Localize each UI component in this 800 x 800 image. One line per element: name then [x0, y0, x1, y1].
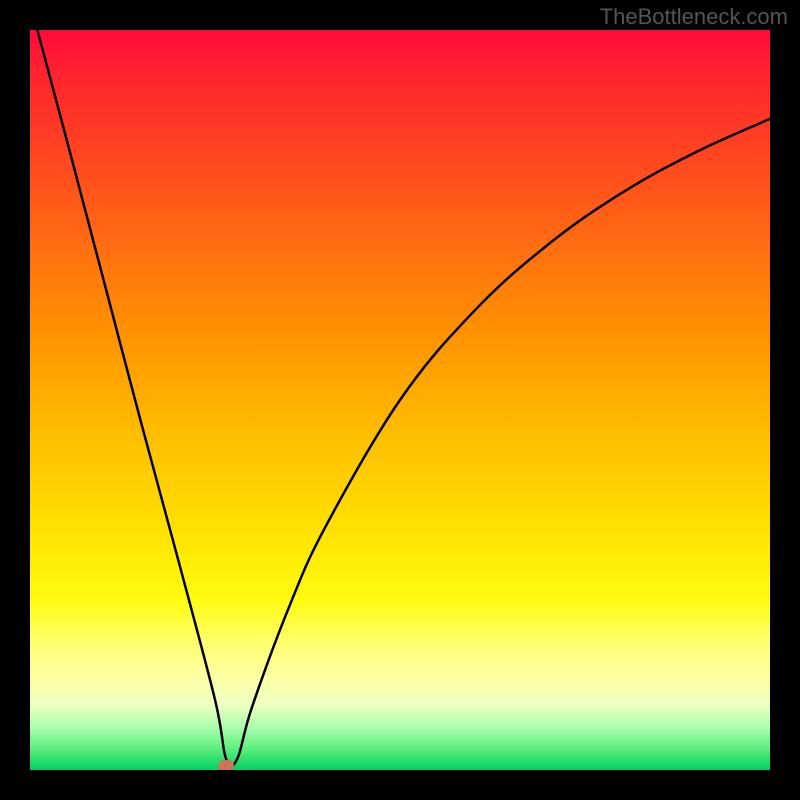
- watermark-text: TheBottleneck.com: [600, 4, 788, 30]
- bottleneck-curve: [30, 30, 770, 770]
- plot-area: [30, 30, 770, 770]
- minimum-marker: [218, 760, 234, 770]
